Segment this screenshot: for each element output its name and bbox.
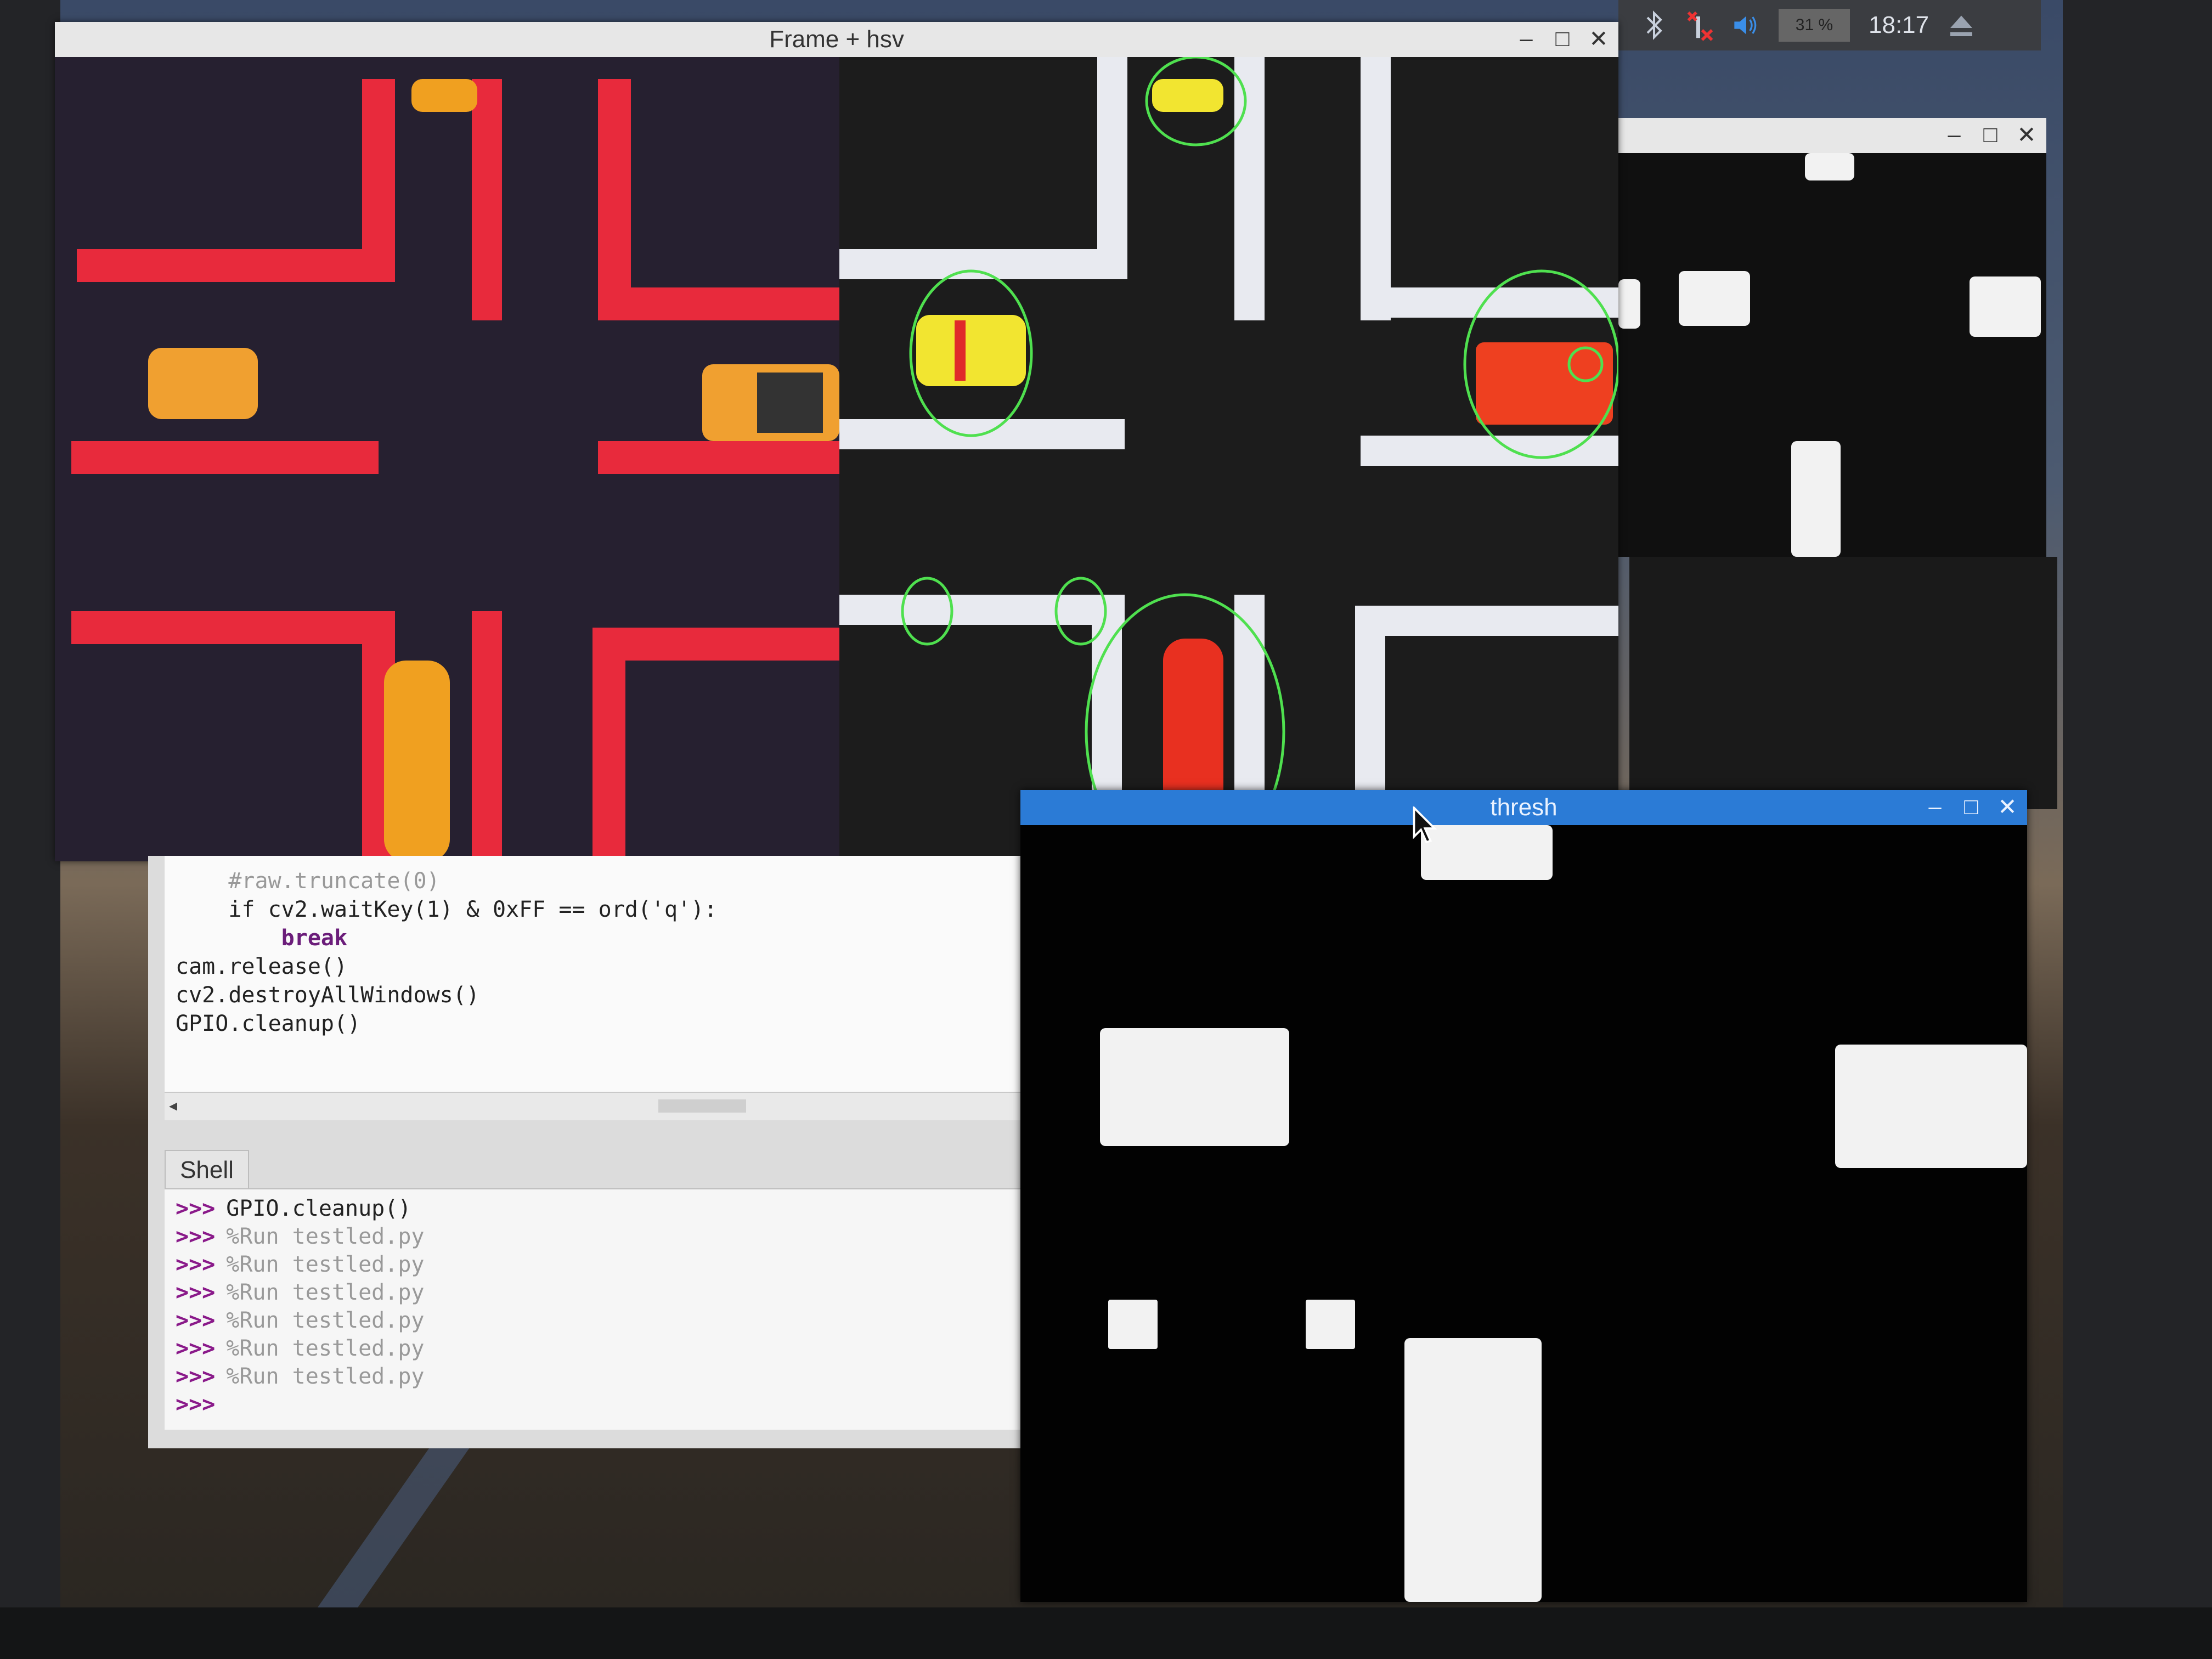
editor-horizontal-scrollbar[interactable]: ◂ — [165, 1092, 1037, 1120]
thresh-window-title: thresh — [1490, 794, 1558, 821]
shell-prompt: >>> — [176, 1364, 216, 1389]
close-button[interactable]: ✕ — [1587, 25, 1611, 52]
shell-line: >>> %Run testled.py — [176, 1252, 425, 1277]
background-window — [1629, 557, 2057, 809]
close-button[interactable]: ✕ — [1995, 793, 2019, 820]
thresh-window-titlebar[interactable]: thresh – □ ✕ — [1020, 790, 2027, 825]
minimize-button[interactable]: – — [1942, 121, 1966, 148]
code-line: break — [176, 926, 348, 951]
code-line: #raw.truncate(0) — [176, 868, 440, 894]
mask-blob — [1835, 1045, 2027, 1168]
thresh-window: thresh – □ ✕ — [1020, 790, 2027, 1602]
shell-line: >>> %Run testled.py — [176, 1280, 425, 1305]
shell-input-line[interactable]: >>> — [176, 1391, 1037, 1419]
code-line: GPIO.cleanup() — [176, 1011, 361, 1036]
minimize-button[interactable]: – — [1923, 793, 1947, 820]
bluetooth-icon[interactable] — [1640, 9, 1668, 42]
mask-blob — [1805, 153, 1854, 180]
monitor-bezel-bottom — [0, 1607, 2212, 1659]
scroll-left-icon[interactable]: ◂ — [169, 1096, 177, 1115]
mask-blob — [1306, 1300, 1355, 1349]
threshold-preview-window: – □ ✕ — [1618, 118, 2046, 557]
mask-blob — [1421, 825, 1553, 880]
shell-prompt: >>> — [176, 1252, 216, 1277]
shell-prompt: >>> — [176, 1196, 216, 1221]
clock[interactable]: 18:17 — [1869, 12, 1929, 39]
shell-prompt: >>> — [176, 1308, 216, 1333]
small-window-image — [1618, 153, 2046, 557]
minimize-button[interactable]: – — [1514, 25, 1538, 52]
code-line: cam.release() — [176, 954, 348, 979]
tab-shell[interactable]: Shell — [165, 1150, 249, 1189]
thresh-mask-image — [1020, 825, 2027, 1602]
shell-line: >>> %Run testled.py — [176, 1224, 425, 1249]
mask-blob — [1100, 1028, 1289, 1146]
small-window-titlebar[interactable]: – □ ✕ — [1618, 118, 2046, 153]
mask-blob — [1970, 276, 2041, 337]
mask-blob — [1404, 1338, 1542, 1602]
desktop-wallpaper-road — [287, 1426, 472, 1607]
shell-prompt: >>> — [176, 1280, 216, 1305]
maximize-button[interactable]: □ — [1550, 25, 1575, 52]
shell-line: >>> %Run testled.py — [176, 1308, 425, 1333]
frame-hsv-window: Frame + hsv – □ ✕ — [55, 22, 1620, 871]
mask-blob — [1679, 271, 1750, 326]
thonny-ide-window: #raw.truncate(0) if cv2.waitKey(1) & 0xF… — [148, 856, 1037, 1448]
network-disconnected-icon[interactable] — [1686, 9, 1714, 42]
volume-icon[interactable] — [1733, 9, 1760, 42]
shell-prompt: >>> — [176, 1336, 216, 1361]
camera-frames-svg — [55, 55, 1620, 871]
shell-console[interactable]: >>> GPIO.cleanup() >>> %Run testled.py >>>… — [165, 1188, 1037, 1430]
code-line: if cv2.waitKey(1) & 0xFF == ord('q'): — [176, 897, 718, 922]
shell-prompt: >>> — [176, 1392, 216, 1417]
maximize-button[interactable]: □ — [1959, 793, 1983, 820]
mask-blob — [1108, 1300, 1158, 1349]
code-line: cv2.destroyAllWindows() — [176, 983, 479, 1008]
cpu-usage-indicator: 31 % — [1779, 9, 1850, 42]
maximize-button[interactable]: □ — [1978, 121, 2002, 148]
frame-hsv-image — [55, 55, 1620, 871]
scrollbar-thumb[interactable] — [658, 1099, 746, 1113]
close-button[interactable]: ✕ — [2015, 121, 2039, 148]
mouse-pointer-icon — [1413, 806, 1437, 844]
mask-blob — [1791, 441, 1841, 557]
shell-line: >>> GPIO.cleanup() — [176, 1196, 411, 1221]
mask-blob — [1618, 279, 1640, 329]
shell-prompt: >>> — [176, 1224, 216, 1249]
shell-line: >>> %Run testled.py — [176, 1364, 425, 1389]
shell-line: >>> %Run testled.py — [176, 1336, 425, 1361]
system-panel: 31 % 18:17 — [1618, 0, 2041, 50]
code-editor[interactable]: #raw.truncate(0) if cv2.waitKey(1) & 0xF… — [165, 856, 1037, 1092]
frame-window-titlebar[interactable]: Frame + hsv – □ ✕ — [55, 22, 1618, 57]
eject-icon[interactable] — [1948, 9, 1975, 42]
frame-window-title: Frame + hsv — [769, 26, 904, 53]
